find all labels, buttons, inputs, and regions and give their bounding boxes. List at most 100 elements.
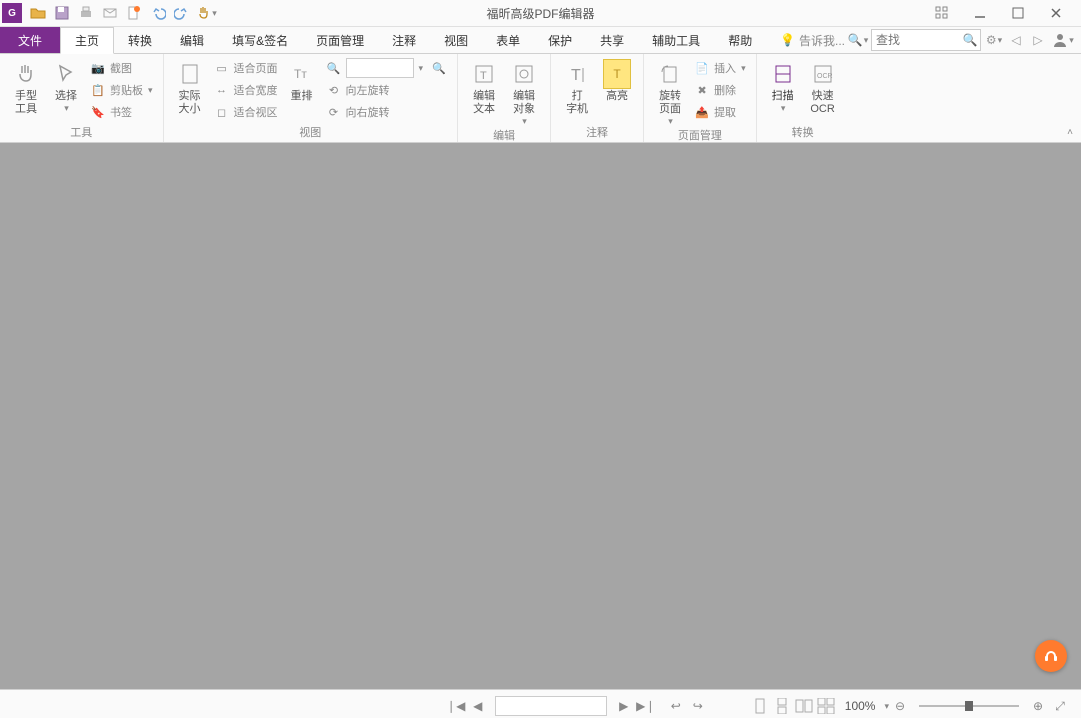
zoom-slider[interactable] bbox=[919, 705, 1019, 707]
insert-button[interactable]: 📄插入▾ bbox=[692, 58, 748, 78]
nav-forward-icon[interactable]: ↪ bbox=[687, 695, 709, 717]
tab-file[interactable]: 文件 bbox=[0, 27, 60, 53]
select-button[interactable]: 选择 ▾ bbox=[48, 56, 84, 114]
open-icon[interactable] bbox=[26, 1, 50, 25]
group-annotate: T 打 字机 T 高亮 注释 bbox=[551, 54, 644, 142]
gear-icon[interactable]: ⚙▾ bbox=[985, 31, 1003, 49]
fit-visible-button[interactable]: ◻适合视区 bbox=[212, 102, 280, 122]
chevron-down-icon: ▾ bbox=[668, 116, 673, 127]
zoom-value: 100% bbox=[845, 699, 876, 713]
hand-icon bbox=[12, 60, 40, 88]
email-icon[interactable] bbox=[98, 1, 122, 25]
group-tools: 手型 工具 选择 ▾ 📷截图 📋剪贴板▾ 🔖书签 工具 bbox=[0, 54, 164, 142]
maximize-icon[interactable] bbox=[1009, 4, 1027, 22]
find-box: 🔍 bbox=[871, 29, 981, 51]
scan-icon bbox=[769, 60, 797, 88]
reflow-button[interactable]: Tᴛ 重排 bbox=[284, 56, 320, 103]
last-page-icon[interactable]: ▶❘ bbox=[635, 695, 657, 717]
continuous-facing-icon[interactable] bbox=[815, 695, 837, 717]
zoom-controls: 🔍 ▾ 🔍 bbox=[324, 58, 450, 78]
insert-icon: 📄 bbox=[694, 60, 710, 76]
typewriter-icon: T bbox=[563, 60, 591, 88]
delete-button[interactable]: ✖删除 bbox=[692, 80, 748, 100]
hand-tool-button[interactable]: 手型 工具 bbox=[8, 56, 44, 116]
next-page-icon[interactable]: ▶ bbox=[613, 695, 635, 717]
bookmark-button[interactable]: 🔖书签 bbox=[88, 102, 155, 122]
fit-page-icon: ▭ bbox=[214, 60, 230, 76]
highlight-button[interactable]: T 高亮 bbox=[599, 56, 635, 103]
nav-back-icon[interactable]: ↩ bbox=[665, 695, 687, 717]
prev-page-icon[interactable]: ◀ bbox=[467, 695, 489, 717]
fullscreen-icon[interactable]: ⤢ bbox=[1049, 695, 1071, 717]
minimize-icon[interactable] bbox=[971, 4, 989, 22]
rotate-right-button[interactable]: ⟳向右旋转 bbox=[324, 102, 450, 122]
find-input[interactable] bbox=[872, 33, 960, 47]
typewriter-button[interactable]: T 打 字机 bbox=[559, 56, 595, 116]
zoom-value-input[interactable] bbox=[346, 58, 414, 78]
find-go-icon[interactable]: 🔍 bbox=[960, 33, 980, 47]
arrange-icon[interactable] bbox=[933, 4, 951, 22]
group-view-label: 视图 bbox=[172, 124, 450, 142]
extract-button[interactable]: 📤提取 bbox=[692, 102, 748, 122]
first-page-icon[interactable]: ❘◀ bbox=[445, 695, 467, 717]
zoom-in-icon[interactable]: ⊕ bbox=[1027, 695, 1049, 717]
clipboard-icon: 📋 bbox=[90, 82, 106, 98]
fit-width-button[interactable]: ↔适合宽度 bbox=[212, 80, 280, 100]
rotate-right-icon: ⟳ bbox=[326, 104, 342, 120]
save-icon[interactable] bbox=[50, 1, 74, 25]
zoom-out-icon[interactable]: 🔍 bbox=[326, 60, 342, 76]
nav-next-icon[interactable]: ▷ bbox=[1029, 31, 1047, 49]
group-view: 实际 大小 ▭适合页面 ↔适合宽度 ◻适合视区 Tᴛ 重排 🔍 ▾ 🔍 ⟲向左旋… bbox=[164, 54, 459, 142]
svg-text:Tᴛ: Tᴛ bbox=[294, 67, 307, 81]
rotate-left-button[interactable]: ⟲向左旋转 bbox=[324, 80, 450, 100]
tab-help[interactable]: 帮助 bbox=[714, 27, 766, 53]
edit-object-button[interactable]: 编辑 对象 ▾ bbox=[506, 56, 542, 127]
rotate-page-button[interactable]: 旋转 页面 ▾ bbox=[652, 56, 688, 127]
edit-text-icon: T bbox=[470, 60, 498, 88]
tab-form[interactable]: 表单 bbox=[482, 27, 534, 53]
tab-accessibility[interactable]: 辅助工具 bbox=[638, 27, 714, 53]
fit-visible-icon: ◻ bbox=[214, 104, 230, 120]
tell-me[interactable]: 💡 告诉我... bbox=[780, 32, 845, 49]
undo-icon[interactable] bbox=[146, 1, 170, 25]
clipboard-button[interactable]: 📋剪贴板▾ bbox=[88, 80, 155, 100]
ocr-button[interactable]: OCR 快速 OCR bbox=[805, 56, 841, 116]
screenshot-button[interactable]: 📷截图 bbox=[88, 58, 155, 78]
app-logo-icon: G bbox=[2, 3, 22, 23]
tab-protect[interactable]: 保护 bbox=[534, 27, 586, 53]
tab-view[interactable]: 视图 bbox=[430, 27, 482, 53]
close-icon[interactable] bbox=[1047, 4, 1065, 22]
svg-text:T: T bbox=[571, 67, 581, 84]
tab-annotate[interactable]: 注释 bbox=[378, 27, 430, 53]
bookmark-icon: 🔖 bbox=[90, 104, 106, 120]
print-icon[interactable] bbox=[74, 1, 98, 25]
facing-icon[interactable] bbox=[793, 695, 815, 717]
group-page-manage: 旋转 页面 ▾ 📄插入▾ ✖删除 📤提取 页面管理 bbox=[644, 54, 757, 142]
actual-size-button[interactable]: 实际 大小 bbox=[172, 56, 208, 116]
support-chat-icon[interactable] bbox=[1035, 640, 1067, 672]
nav-prev-icon[interactable]: ◁ bbox=[1007, 31, 1025, 49]
collapse-ribbon-icon[interactable]: ˄ bbox=[1067, 127, 1073, 138]
scan-button[interactable]: 扫描 ▾ bbox=[765, 56, 801, 114]
edit-text-button[interactable]: T 编辑 文本 bbox=[466, 56, 502, 116]
fit-page-button[interactable]: ▭适合页面 bbox=[212, 58, 280, 78]
tab-convert[interactable]: 转换 bbox=[114, 27, 166, 53]
continuous-icon[interactable] bbox=[771, 695, 793, 717]
search-folder-icon[interactable]: 🔍▾ bbox=[849, 31, 867, 49]
single-page-icon[interactable] bbox=[749, 695, 771, 717]
hand-dropdown-icon[interactable]: ▾ bbox=[194, 1, 218, 25]
zoom-in-icon[interactable]: 🔍 bbox=[431, 60, 447, 76]
tab-fill-sign[interactable]: 填写&签名 bbox=[218, 27, 302, 53]
page-number-input[interactable] bbox=[495, 696, 607, 716]
tab-share[interactable]: 共享 bbox=[586, 27, 638, 53]
user-icon[interactable]: ▾ bbox=[1051, 31, 1075, 49]
tab-home[interactable]: 主页 bbox=[60, 27, 114, 54]
redo-icon[interactable] bbox=[170, 1, 194, 25]
chevron-down-icon: ▾ bbox=[781, 103, 786, 114]
tab-page-manage[interactable]: 页面管理 bbox=[302, 27, 378, 53]
zoom-out-icon[interactable]: ⊖ bbox=[889, 695, 911, 717]
tab-edit[interactable]: 编辑 bbox=[166, 27, 218, 53]
new-doc-icon[interactable] bbox=[122, 1, 146, 25]
ocr-icon: OCR bbox=[809, 60, 837, 88]
reflow-icon: Tᴛ bbox=[288, 60, 316, 88]
